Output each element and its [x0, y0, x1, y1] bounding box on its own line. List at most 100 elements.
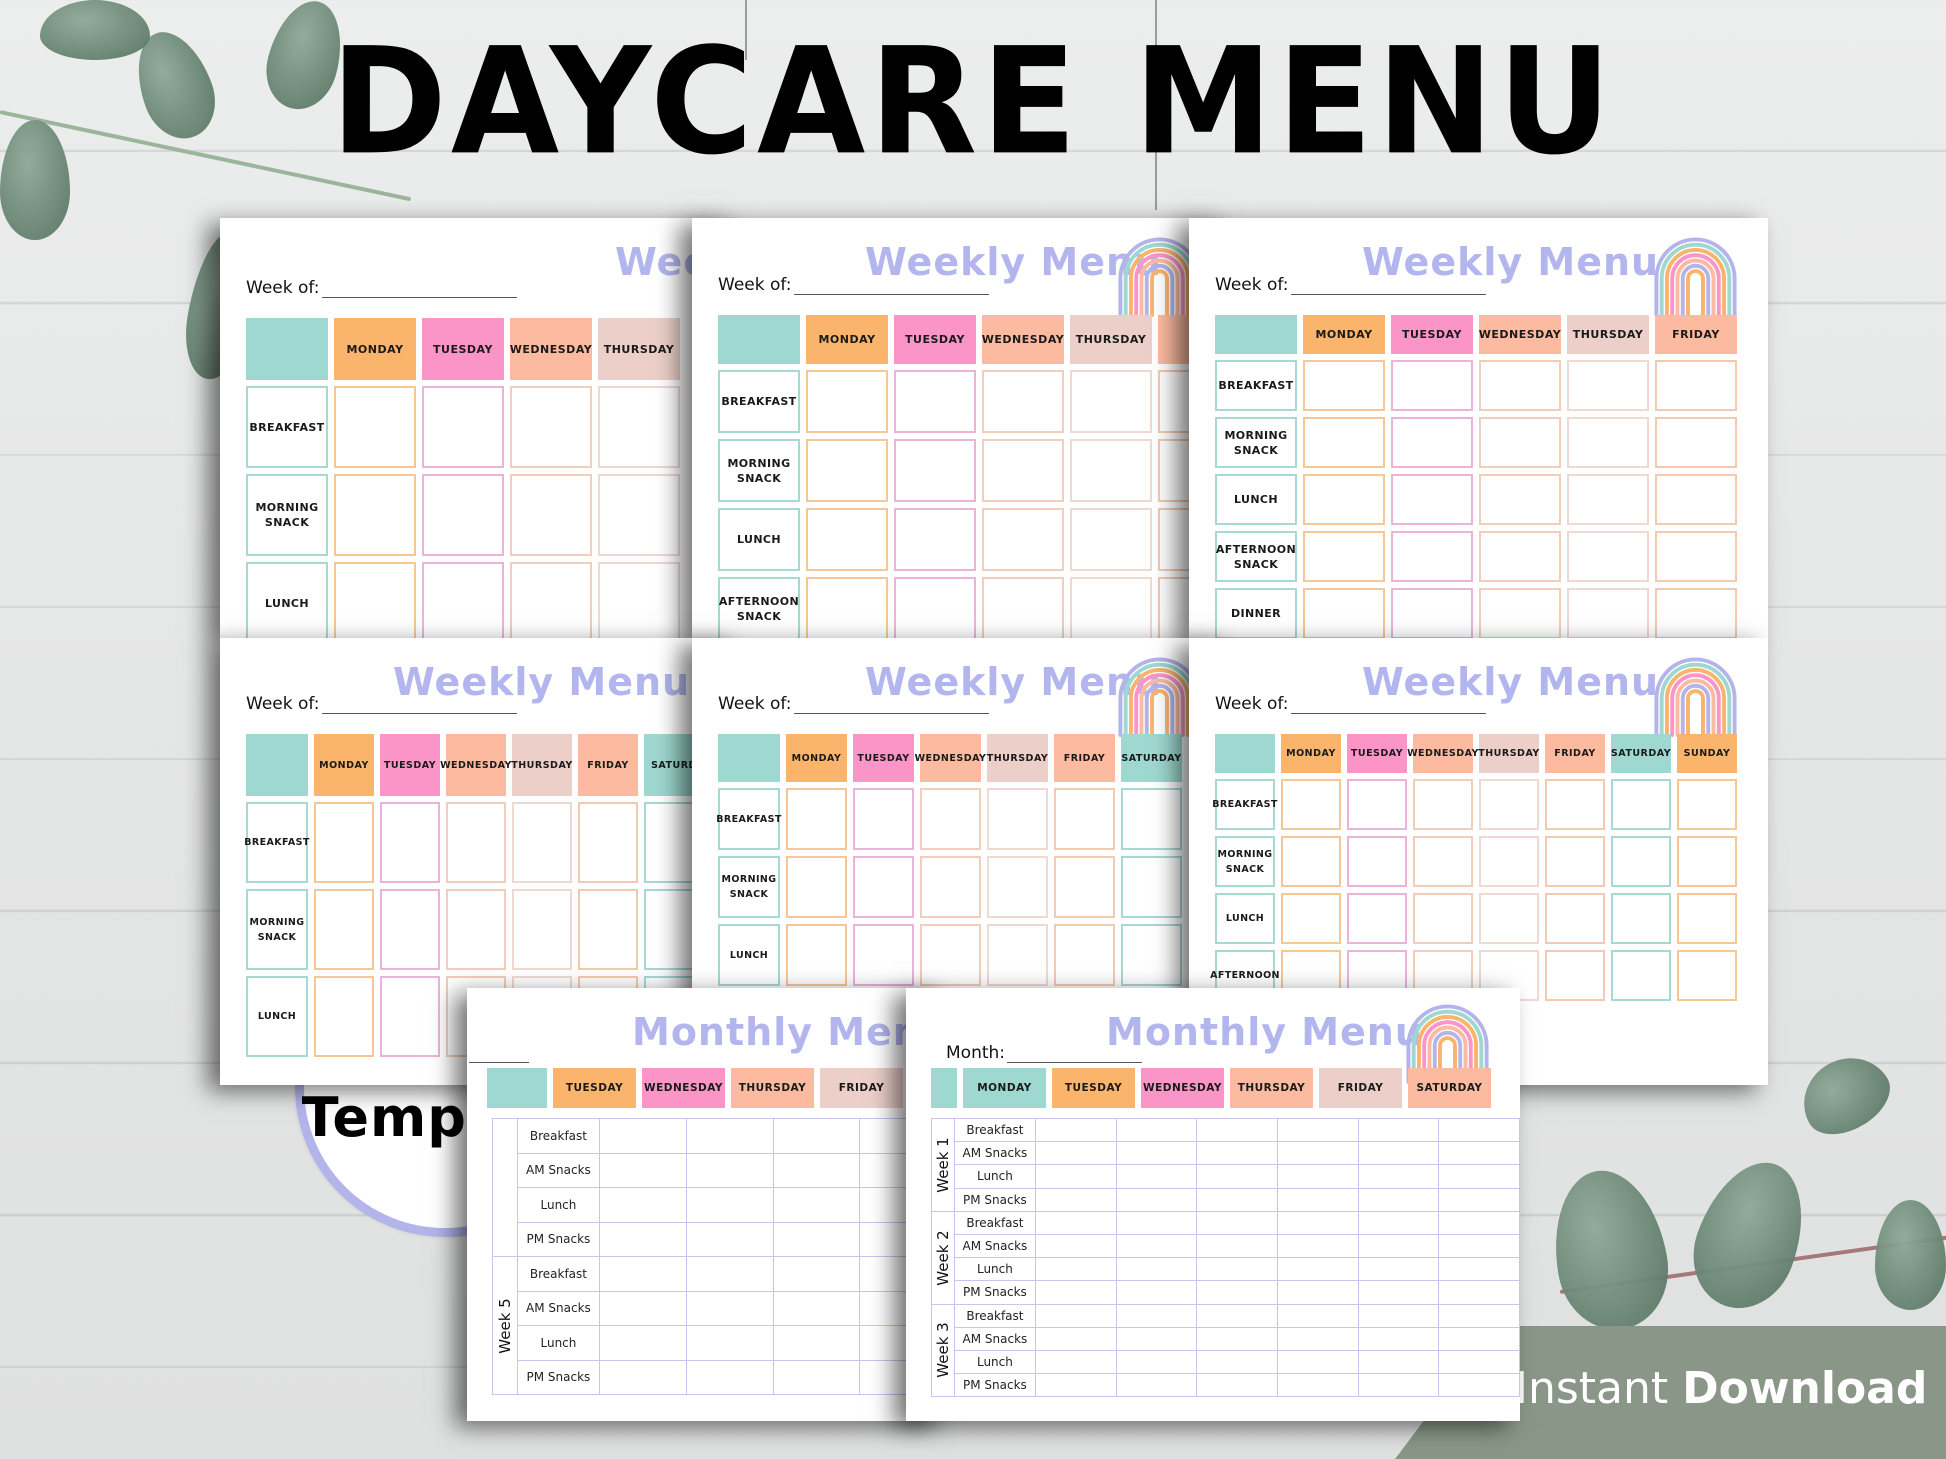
meal-entry-cell[interactable]: [1479, 588, 1561, 638]
meal-entry-cell[interactable]: [380, 976, 440, 1057]
meal-entry-cell[interactable]: [1276, 1257, 1359, 1282]
meal-entry-cell[interactable]: [1357, 1164, 1440, 1189]
meal-entry-cell[interactable]: [1438, 1257, 1520, 1282]
meal-entry-cell[interactable]: [1357, 1257, 1440, 1282]
meal-entry-cell[interactable]: [1034, 1373, 1117, 1398]
meal-entry-cell[interactable]: [894, 370, 976, 433]
meal-entry-cell[interactable]: [1357, 1117, 1440, 1143]
meal-entry-cell[interactable]: [1115, 1280, 1198, 1305]
meal-entry-cell[interactable]: [1438, 1164, 1520, 1189]
meal-entry-cell[interactable]: [1655, 417, 1737, 468]
meal-entry-cell[interactable]: [1276, 1187, 1359, 1212]
meal-entry-cell[interactable]: [1281, 779, 1341, 830]
week-of-field[interactable]: Week of:: [1215, 694, 1486, 714]
meal-entry-cell[interactable]: [1545, 893, 1605, 944]
meal-entry-cell[interactable]: [599, 1152, 687, 1188]
meal-entry-cell[interactable]: [512, 802, 572, 883]
meal-entry-cell[interactable]: [1655, 531, 1737, 582]
week-of-field[interactable]: Week of:: [718, 275, 989, 295]
meal-entry-cell[interactable]: [1054, 788, 1115, 850]
meal-entry-cell[interactable]: [380, 889, 440, 970]
meal-entry-cell[interactable]: [1034, 1349, 1117, 1375]
meal-entry-cell[interactable]: [1677, 950, 1737, 1001]
meal-entry-cell[interactable]: [1121, 856, 1182, 918]
meal-entry-cell[interactable]: [1196, 1326, 1278, 1351]
meal-entry-cell[interactable]: [1567, 474, 1649, 525]
meal-entry-cell[interactable]: [1357, 1373, 1440, 1398]
meal-entry-cell[interactable]: [894, 508, 976, 571]
meal-entry-cell[interactable]: [1115, 1303, 1198, 1328]
meal-entry-cell[interactable]: [1196, 1303, 1278, 1328]
meal-entry-cell[interactable]: [920, 924, 981, 986]
meal-entry-cell[interactable]: [685, 1359, 774, 1395]
meal-entry-cell[interactable]: [1196, 1349, 1278, 1375]
meal-entry-cell[interactable]: [806, 370, 888, 433]
meal-entry-cell[interactable]: [1303, 417, 1385, 468]
meal-entry-cell[interactable]: [1438, 1326, 1520, 1351]
meal-entry-cell[interactable]: [772, 1118, 861, 1154]
meal-entry-cell[interactable]: [422, 474, 504, 556]
meal-entry-cell[interactable]: [1115, 1187, 1198, 1212]
meal-entry-cell[interactable]: [1357, 1349, 1440, 1375]
week-of-field[interactable]: Week of:: [246, 694, 517, 714]
meal-entry-cell[interactable]: [1347, 893, 1407, 944]
meal-entry-cell[interactable]: [1121, 788, 1182, 850]
meal-entry-cell[interactable]: [1070, 439, 1152, 502]
meal-entry-cell[interactable]: [806, 577, 888, 638]
meal-entry-cell[interactable]: [1391, 588, 1473, 638]
meal-entry-cell[interactable]: [599, 1118, 687, 1154]
meal-entry-cell[interactable]: [1567, 417, 1649, 468]
meal-entry-cell[interactable]: [786, 856, 847, 918]
meal-entry-cell[interactable]: [685, 1152, 774, 1188]
meal-entry-cell[interactable]: [1655, 360, 1737, 411]
meal-entry-cell[interactable]: [1347, 779, 1407, 830]
meal-entry-cell[interactable]: [982, 439, 1064, 502]
meal-entry-cell[interactable]: [1677, 836, 1737, 887]
meal-entry-cell[interactable]: [380, 802, 440, 883]
meal-entry-cell[interactable]: [1479, 779, 1539, 830]
meal-entry-cell[interactable]: [1121, 924, 1182, 986]
meal-entry-cell[interactable]: [853, 856, 914, 918]
meal-entry-cell[interactable]: [1281, 836, 1341, 887]
meal-entry-cell[interactable]: [1545, 779, 1605, 830]
meal-entry-cell[interactable]: [1479, 360, 1561, 411]
meal-entry-cell[interactable]: [1196, 1117, 1278, 1143]
meal-entry-cell[interactable]: [982, 577, 1064, 638]
meal-entry-cell[interactable]: [1611, 836, 1671, 887]
meal-entry-cell[interactable]: [1479, 474, 1561, 525]
meal-entry-cell[interactable]: [1034, 1141, 1117, 1166]
meal-entry-cell[interactable]: [1479, 893, 1539, 944]
meal-entry-cell[interactable]: [1196, 1257, 1278, 1282]
meal-entry-cell[interactable]: [1196, 1187, 1278, 1212]
meal-entry-cell[interactable]: [982, 370, 1064, 433]
meal-entry-cell[interactable]: [1034, 1280, 1117, 1305]
meal-entry-cell[interactable]: [422, 386, 504, 468]
meal-entry-cell[interactable]: [1438, 1349, 1520, 1375]
meal-entry-cell[interactable]: [1357, 1303, 1440, 1328]
meal-entry-cell[interactable]: [578, 802, 638, 883]
meal-entry-cell[interactable]: [920, 856, 981, 918]
week-of-field[interactable]: Week of:: [718, 694, 989, 714]
meal-entry-cell[interactable]: [1655, 588, 1737, 638]
meal-entry-cell[interactable]: [853, 924, 914, 986]
meal-entry-cell[interactable]: [772, 1187, 861, 1223]
meal-entry-cell[interactable]: [853, 788, 914, 850]
meal-entry-cell[interactable]: [806, 439, 888, 502]
meal-entry-cell[interactable]: [334, 386, 416, 468]
meal-entry-cell[interactable]: [1115, 1233, 1198, 1259]
meal-entry-cell[interactable]: [314, 976, 374, 1057]
meal-entry-cell[interactable]: [1611, 893, 1671, 944]
meal-entry-cell[interactable]: [1276, 1233, 1359, 1259]
meal-entry-cell[interactable]: [772, 1221, 861, 1257]
meal-entry-cell[interactable]: [1034, 1117, 1117, 1143]
meal-entry-cell[interactable]: [1276, 1117, 1359, 1143]
meal-entry-cell[interactable]: [1034, 1233, 1117, 1259]
meal-entry-cell[interactable]: [685, 1325, 774, 1361]
meal-entry-cell[interactable]: [982, 508, 1064, 571]
meal-entry-cell[interactable]: [422, 562, 504, 638]
meal-entry-cell[interactable]: [1479, 531, 1561, 582]
meal-entry-cell[interactable]: [510, 474, 592, 556]
meal-entry-cell[interactable]: [1611, 950, 1671, 1001]
meal-entry-cell[interactable]: [1054, 856, 1115, 918]
meal-entry-cell[interactable]: [1545, 836, 1605, 887]
